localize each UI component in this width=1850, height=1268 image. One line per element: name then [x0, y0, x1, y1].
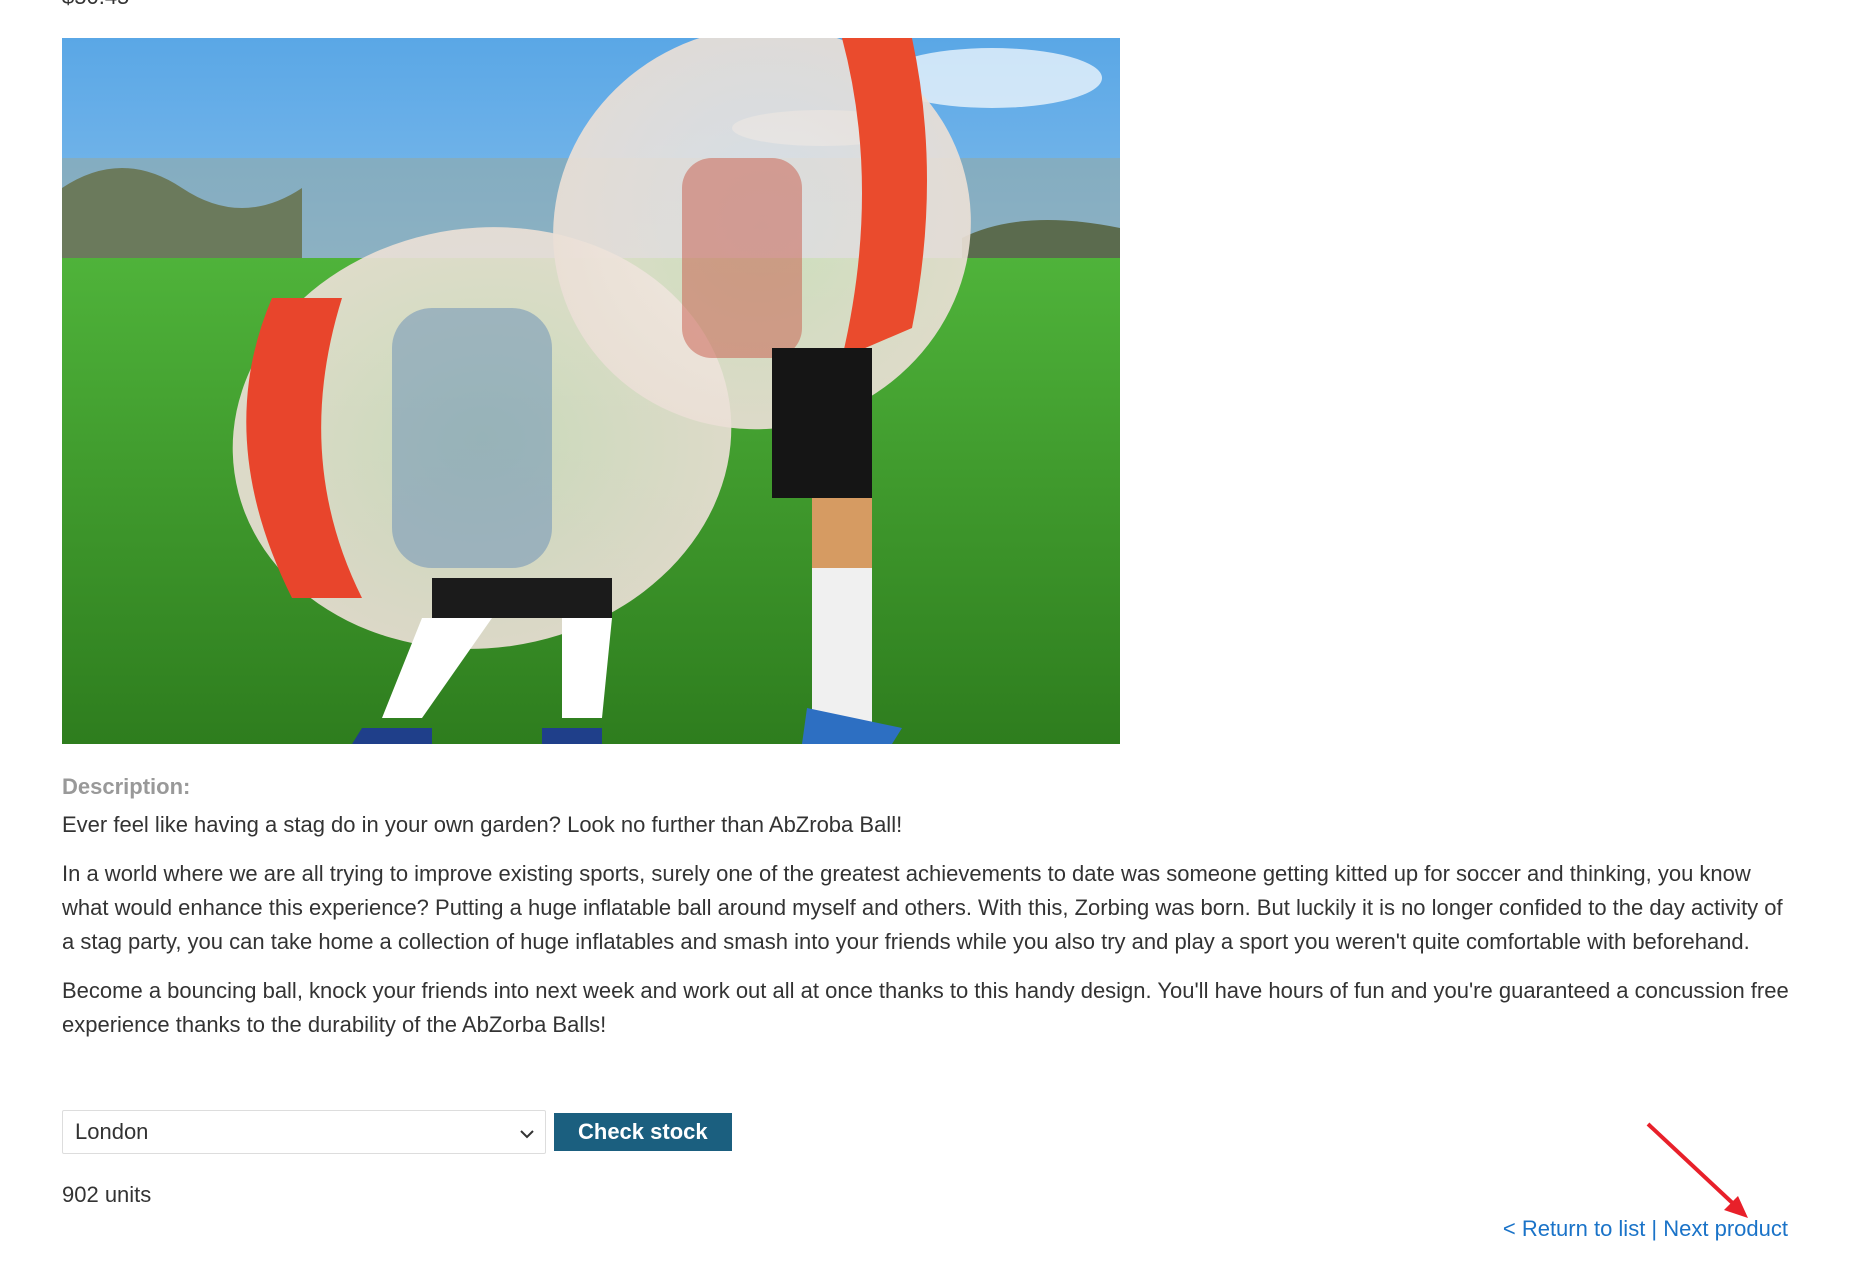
- product-image: [62, 38, 1120, 744]
- description-paragraph: In a world where we are all trying to im…: [62, 861, 1783, 954]
- description-paragraph: Ever feel like having a stag do in your …: [62, 812, 903, 837]
- product-price: $50.45: [62, 0, 129, 10]
- store-select[interactable]: London: [62, 1110, 546, 1154]
- stock-check-form: London Check stock: [62, 1110, 732, 1154]
- description-label: Description:: [62, 774, 191, 799]
- check-stock-button[interactable]: Check stock: [554, 1113, 732, 1151]
- description-body: Ever feel like having a stag do in your …: [62, 808, 1792, 1057]
- annotation-arrow-icon: [1640, 1118, 1760, 1233]
- stock-result: 902 units: [62, 1182, 152, 1207]
- description-paragraph: Become a bouncing ball, knock your frien…: [62, 978, 1789, 1037]
- store-select-value: London: [75, 1119, 149, 1144]
- product-page: $50.45: [0, 0, 1850, 1268]
- return-to-list-link[interactable]: < Return to list: [1503, 1216, 1645, 1241]
- chevron-down-icon: [519, 1119, 535, 1145]
